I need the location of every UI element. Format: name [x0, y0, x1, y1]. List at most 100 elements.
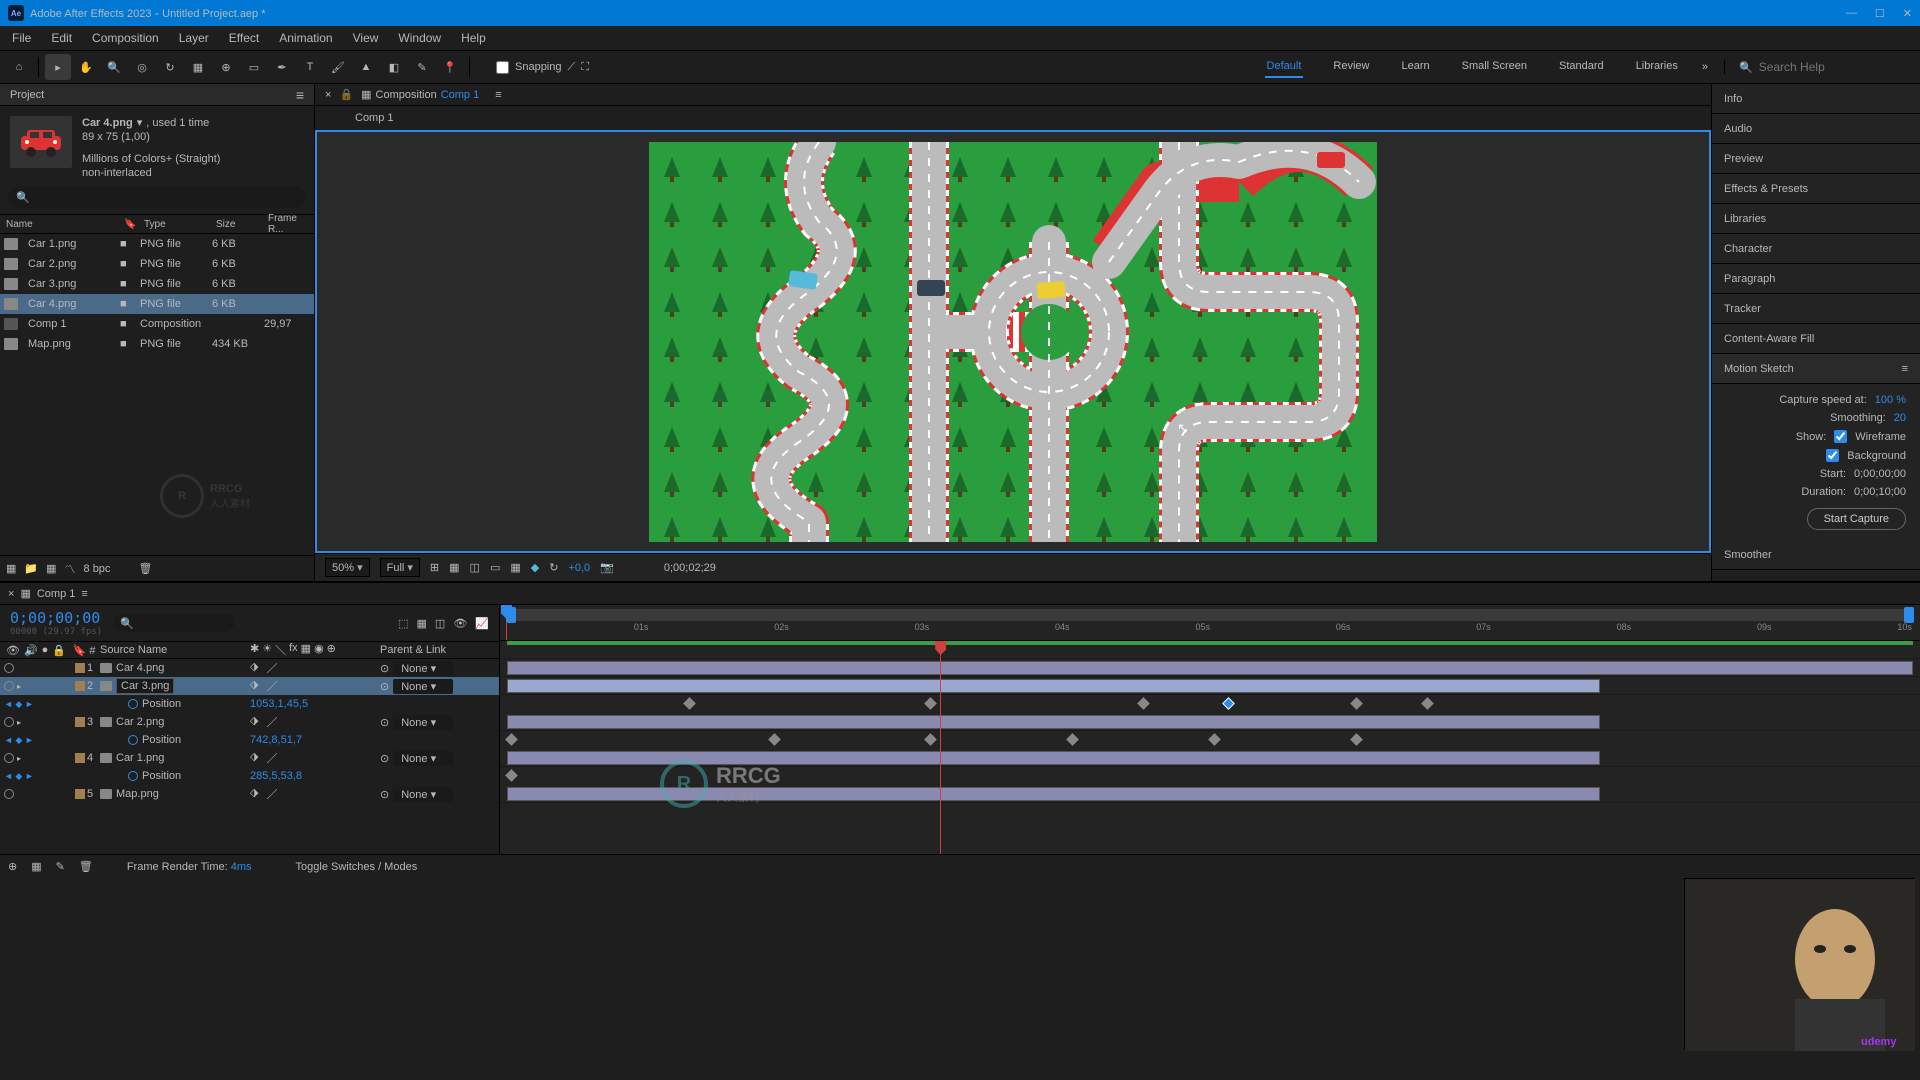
workspace-overflow-icon[interactable]: » [1702, 61, 1708, 73]
keyframe[interactable] [505, 769, 518, 782]
view-opt5-icon[interactable]: ▦ [510, 561, 520, 574]
layer-row[interactable]: ▸2Car 3.png⬗／⊙None ▾ [0, 677, 499, 695]
lock-icon[interactable]: 🔒 [52, 644, 66, 657]
menu-layer[interactable]: Layer [171, 27, 217, 49]
time-ruler[interactable]: 01s02s03s04s05s06s07s08s09s10s [500, 605, 1920, 641]
view-opt4-icon[interactable]: ▭ [490, 561, 500, 574]
lock-icon[interactable]: 🔒 [339, 88, 353, 101]
keyframe[interactable] [924, 733, 937, 746]
maximize-icon[interactable]: ☐ [1875, 7, 1885, 20]
menu-effect[interactable]: Effect [221, 27, 267, 49]
label-column-icon[interactable]: 🔖 [118, 219, 138, 230]
menu-help[interactable]: Help [453, 27, 494, 49]
keyframe[interactable] [1350, 697, 1363, 710]
footer-icon-1[interactable]: ⊕ [8, 860, 17, 873]
stopwatch-icon[interactable] [128, 735, 138, 745]
smoother-panel-header[interactable]: Smoother [1712, 540, 1920, 570]
workspace-small-screen[interactable]: Small Screen [1460, 56, 1529, 78]
workspace-review[interactable]: Review [1331, 56, 1371, 78]
parent-dropdown[interactable]: None ▾ [393, 679, 453, 694]
interpret-icon[interactable]: ▦ [6, 562, 16, 575]
close-icon[interactable]: ✕ [1903, 7, 1912, 20]
playhead[interactable] [940, 641, 941, 854]
playhead-blue[interactable] [506, 623, 507, 640]
visibility-toggle[interactable] [4, 753, 14, 763]
visibility-toggle[interactable] [4, 663, 14, 673]
tl-icon-1[interactable]: ⬚ [398, 617, 408, 630]
parent-dropdown[interactable]: None ▾ [393, 715, 453, 730]
keyframe[interactable] [505, 733, 518, 746]
panel-menu-icon[interactable]: ≡ [1902, 363, 1908, 375]
workspace-default[interactable]: Default [1265, 56, 1304, 78]
layer-row[interactable]: 5Map.png⬗／⊙None ▾ [0, 785, 499, 803]
roto-tool-icon[interactable]: ✎ [409, 54, 435, 80]
current-timecode[interactable]: 0;00;00;00 [10, 609, 102, 627]
hand-tool-icon[interactable]: ✋ [73, 54, 99, 80]
panel-menu-icon[interactable]: ≡ [495, 89, 501, 101]
panel-paragraph[interactable]: Paragraph [1712, 264, 1920, 294]
stopwatch-icon[interactable] [128, 699, 138, 709]
stopwatch-icon[interactable] [128, 771, 138, 781]
project-item[interactable]: Car 3.png■PNG file6 KB [0, 274, 314, 294]
stamp-tool-icon[interactable]: ▲ [353, 54, 379, 80]
panel-effects-presets[interactable]: Effects & Presets [1712, 174, 1920, 204]
comp-name[interactable]: Comp 1 [441, 89, 480, 101]
timeline-search[interactable]: 🔍 [114, 614, 234, 632]
view-opt1-icon[interactable]: ⊞ [430, 561, 439, 574]
composition-canvas[interactable]: ↖ [649, 142, 1377, 542]
layer-row[interactable]: ▸3Car 2.png⬗／⊙None ▾ [0, 713, 499, 731]
menu-file[interactable]: File [4, 27, 39, 49]
start-capture-button[interactable]: Start Capture [1807, 508, 1906, 530]
smoothing-value[interactable]: 20 [1894, 412, 1906, 424]
panel-tracker[interactable]: Tracker [1712, 294, 1920, 324]
project-item[interactable]: Comp 1■Composition29,97 [0, 314, 314, 334]
refresh-icon[interactable]: ↻ [549, 561, 558, 574]
project-search-input[interactable]: 🔍 [8, 186, 306, 208]
speaker-icon[interactable]: 🔊 [24, 644, 38, 657]
snap-opt2-icon[interactable]: ⛶ [581, 61, 589, 74]
eye-icon[interactable]: 👁 [6, 644, 20, 657]
zoom-tool-icon[interactable]: 🔍 [101, 54, 127, 80]
keyframe[interactable] [1421, 697, 1434, 710]
menu-edit[interactable]: Edit [43, 27, 80, 49]
parent-dropdown[interactable]: None ▾ [393, 787, 453, 802]
project-item[interactable]: Car 1.png■PNG file6 KB [0, 234, 314, 254]
property-row[interactable]: ◄ ◆ ►Position285,5,53,8 [0, 767, 499, 785]
project-item[interactable]: Car 2.png■PNG file6 KB [0, 254, 314, 274]
brush-tool-icon[interactable]: 🖌 [325, 54, 351, 80]
keyframe[interactable] [1222, 697, 1235, 710]
zoom-dropdown[interactable]: 50% ▾ [325, 558, 370, 577]
workspace-standard[interactable]: Standard [1557, 56, 1606, 78]
pan-behind-tool-icon[interactable]: ⊕ [213, 54, 239, 80]
puppet-tool-icon[interactable]: 📍 [437, 54, 463, 80]
close-tab-icon[interactable]: × [8, 588, 14, 600]
snapping-checkbox[interactable] [496, 61, 509, 74]
resolution-dropdown[interactable]: Full ▾ [380, 558, 420, 577]
snap-opt1-icon[interactable]: ⟋ [568, 61, 576, 74]
keyframe[interactable] [768, 733, 781, 746]
orbit-tool-icon[interactable]: ◎ [129, 54, 155, 80]
keyframe[interactable] [1208, 733, 1221, 746]
timeline-tracks[interactable]: 01s02s03s04s05s06s07s08s09s10s [500, 605, 1920, 854]
footer-icon-2[interactable]: ▦ [31, 860, 41, 873]
project-item[interactable]: Car 4.png■PNG file6 KB [0, 294, 314, 314]
capture-speed-value[interactable]: 100 % [1875, 394, 1906, 406]
footer-icon-4[interactable]: 🗑 [79, 860, 93, 873]
footer-icon-3[interactable]: ✎ [56, 860, 65, 873]
panel-menu-icon[interactable]: ≡ [296, 87, 304, 103]
composition-viewer[interactable]: ↖ [315, 130, 1711, 553]
rotate-tool-icon[interactable]: ↻ [157, 54, 183, 80]
color-mgmt-icon[interactable]: ◆ [531, 561, 539, 574]
eraser-tool-icon[interactable]: ◧ [381, 54, 407, 80]
project-column-headers[interactable]: Name 🔖 Type Size Frame R... [0, 214, 314, 234]
keyframe[interactable] [1350, 733, 1363, 746]
menu-composition[interactable]: Composition [84, 27, 167, 49]
panel-libraries[interactable]: Libraries [1712, 204, 1920, 234]
selection-tool-icon[interactable]: ▸ [45, 54, 71, 80]
visibility-toggle[interactable] [4, 789, 14, 799]
tl-icon-2[interactable]: ▦ [417, 617, 427, 630]
new-folder-icon[interactable]: 📁 [24, 562, 38, 575]
text-tool-icon[interactable]: T [297, 54, 323, 80]
trash-icon[interactable]: 🗑 [138, 562, 152, 575]
dropdown-icon[interactable]: ▾ [137, 116, 143, 129]
